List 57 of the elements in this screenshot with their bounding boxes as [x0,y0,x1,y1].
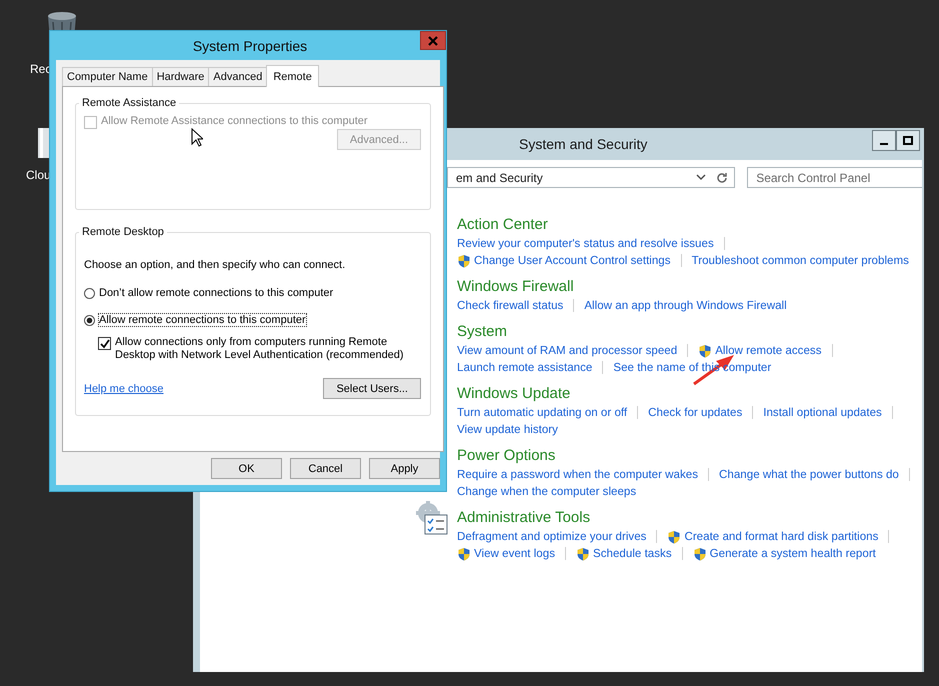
tab[interactable]: Remote [266,65,319,87]
help-link[interactable]: Help me choose [84,382,164,394]
section-heading-link[interactable]: Administrative Tools [457,508,927,528]
mouse-cursor-icon [191,128,203,147]
task-link[interactable]: Change what the power buttons do [719,468,899,481]
task-link[interactable]: Review your computer's status and resolve issues [457,237,714,250]
task-link[interactable]: Allow remote access [715,344,822,357]
task-link[interactable]: Change when the computer sleeps [457,485,636,498]
task-link[interactable]: Defragment and optimize your drives [457,530,646,543]
address-bar[interactable]: em and Security [447,167,736,188]
close-icon [428,36,438,46]
radio-button[interactable] [84,288,95,298]
minimize-icon [880,142,888,144]
dialog-button[interactable]: OK [211,458,282,479]
radio-label: Allow remote connections to this computer [99,314,306,326]
task-link[interactable]: View event logs [474,547,555,560]
minimize-button[interactable] [872,130,896,151]
section-heading-link[interactable]: Action Center [457,215,927,235]
window-title: System and Security [519,136,648,152]
maximize-icon [903,136,913,146]
desktop-item-icon [36,126,52,160]
task-link[interactable]: Check firewall status [457,299,564,312]
task-link[interactable]: Allow an app through Windows Firewall [584,299,787,312]
section-heading-link[interactable]: Windows Update [457,384,927,404]
group-title: Remote Assistance [81,97,178,109]
radio-label: Don’t allow remote connections to this computer [99,287,334,299]
dialog-button[interactable]: Apply [369,458,440,479]
refresh-icon[interactable] [716,172,728,184]
section-heading-link[interactable]: Windows Firewall [457,277,927,297]
close-button[interactable] [420,31,446,50]
instruction-text: Choose an option, and then specify who can connect. [84,259,346,271]
task-link[interactable]: Install optional updates [763,406,882,419]
group-title: Remote Desktop [81,226,165,238]
task-link[interactable]: Generate a system health report [710,547,876,560]
search-field[interactable]: Search Control Panel [747,167,922,188]
checkbox-label: Allow connections only from computers running Remote Desktop with Network Level Authentication (recommended) [115,336,405,362]
task-link[interactable]: View update history [457,423,558,436]
select-users-button[interactable]: Select Users... [323,378,421,399]
dialog-button[interactable]: Cancel [290,458,361,479]
radio-button[interactable] [84,314,95,326]
task-link[interactable]: Check for updates [648,406,742,419]
task-link[interactable]: Turn automatic updating on or off [457,406,628,419]
task-link[interactable]: Create and format hard disk partitions [684,530,878,543]
tab[interactable]: Computer Name [62,67,153,86]
dialog-title: System Properties [192,37,308,54]
section-heading-link[interactable]: System [457,322,927,342]
task-link[interactable]: Change User Account Control settings [474,254,671,267]
section-heading-link[interactable]: Power Options [457,446,927,466]
task-link[interactable]: View amount of RAM and processor speed [457,344,678,357]
maximize-button[interactable] [896,130,920,151]
task-link[interactable]: Schedule tasks [593,547,672,560]
checkbox[interactable] [98,337,111,350]
task-link[interactable]: Require a password when the computer wakes [457,468,698,481]
chevron-down-icon[interactable] [696,174,706,182]
task-link[interactable]: Troubleshoot common computer problems [692,254,909,267]
task-link[interactable]: Launch remote assistance [457,361,592,374]
checkbox-label: Allow Remote Assistance connections to this computer [101,115,368,127]
